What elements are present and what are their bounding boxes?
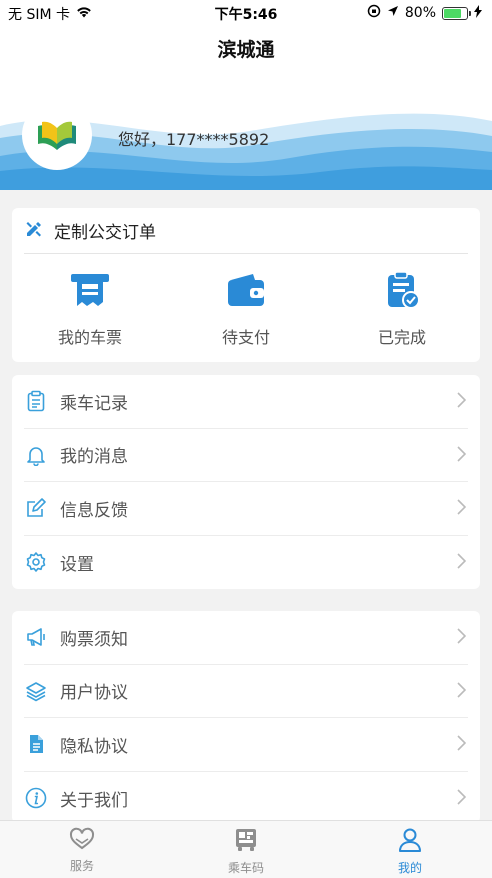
pending-payment-label: 待支付 <box>221 328 270 347</box>
bell-icon <box>24 443 48 467</box>
my-tickets-label: 我的车票 <box>57 328 122 347</box>
menu-label: 关于我们 <box>60 790 128 811</box>
layers-icon <box>24 679 48 703</box>
tools-icon <box>24 219 44 243</box>
tab-label: 我的 <box>397 861 422 875</box>
chevron-right-icon <box>456 788 467 809</box>
tab-ride-code[interactable]: 乘车码 <box>164 821 328 878</box>
tab-label: 服务 <box>69 859 94 873</box>
chevron-right-icon <box>456 552 467 573</box>
battery-icon <box>442 6 471 20</box>
wallet-icon <box>228 274 264 306</box>
menu-label: 用户协议 <box>60 683 128 704</box>
ticket-icon <box>71 274 109 306</box>
clipboard-icon <box>24 389 48 413</box>
chevron-right-icon <box>456 681 467 702</box>
completed-label: 已完成 <box>377 328 426 347</box>
tab-bar: 服务 乘车码 我的 <box>0 820 492 878</box>
menu-label: 购票须知 <box>60 629 128 650</box>
info-icon <box>24 786 48 810</box>
bus-code-icon <box>236 829 256 851</box>
menu-label: 设置 <box>60 554 94 575</box>
chevron-right-icon <box>456 392 467 412</box>
menu-group-2: 购票须知 用户协议 隐私协议 关于我们 <box>12 611 480 823</box>
order-card-title: 定制公交订单 <box>54 223 156 243</box>
tab-label: 乘车码 <box>227 861 264 875</box>
menu-item-ticket-notice[interactable]: 购票须知 <box>24 611 468 665</box>
menu-label: 隐私协议 <box>60 736 128 757</box>
chevron-right-icon <box>456 628 467 648</box>
page-title: 滨城通 <box>217 39 275 61</box>
avatar[interactable] <box>22 100 92 170</box>
menu-label: 我的消息 <box>60 447 128 468</box>
status-bar: 无 SIM 卡 下午5:46 80% <box>0 0 492 26</box>
order-card-header: 定制公交订单 <box>24 208 468 254</box>
battery-percent: 80% <box>404 5 436 21</box>
menu-item-settings[interactable]: 设置 <box>24 536 468 590</box>
menu-label: 信息反馈 <box>60 500 128 521</box>
menu-item-user-agreement[interactable]: 用户协议 <box>24 665 468 718</box>
person-icon <box>399 828 421 852</box>
menu-item-feedback[interactable]: 信息反馈 <box>24 482 468 536</box>
app-logo-icon <box>38 121 76 150</box>
nav-bar: 滨城通 <box>0 26 492 76</box>
gear-icon <box>24 550 48 574</box>
profile-header: 您好，177****5892 <box>0 76 492 190</box>
megaphone-icon <box>24 625 48 649</box>
location-arrow-icon <box>387 5 399 21</box>
clipboard-check-icon <box>388 271 420 309</box>
completed-button[interactable]: 已完成 <box>324 270 480 348</box>
heart-icon <box>69 827 95 850</box>
chevron-right-icon <box>456 735 467 755</box>
tab-mine[interactable]: 我的 <box>328 821 492 878</box>
menu-label: 乘车记录 <box>60 393 128 414</box>
chevron-right-icon <box>456 445 467 466</box>
pending-payment-button[interactable]: 待支付 <box>168 270 324 348</box>
edit-icon <box>24 496 48 520</box>
menu-item-privacy-policy[interactable]: 隐私协议 <box>24 718 468 772</box>
user-greeting: 您好，177****5892 <box>118 130 270 149</box>
menu-item-my-messages[interactable]: 我的消息 <box>24 429 468 482</box>
menu-item-ride-records[interactable]: 乘车记录 <box>24 375 468 429</box>
charging-icon <box>474 4 482 22</box>
chevron-right-icon <box>456 499 467 519</box>
menu-item-about-us[interactable]: 关于我们 <box>24 772 468 826</box>
custom-bus-order-card: 定制公交订单 我的车票 待支付 已完成 <box>12 208 480 362</box>
menu-group-1: 乘车记录 我的消息 信息反馈 设置 <box>12 375 480 589</box>
my-tickets-button[interactable]: 我的车票 <box>12 270 168 348</box>
document-icon <box>24 732 48 756</box>
orientation-lock-icon <box>367 4 381 22</box>
tab-services[interactable]: 服务 <box>0 821 164 878</box>
